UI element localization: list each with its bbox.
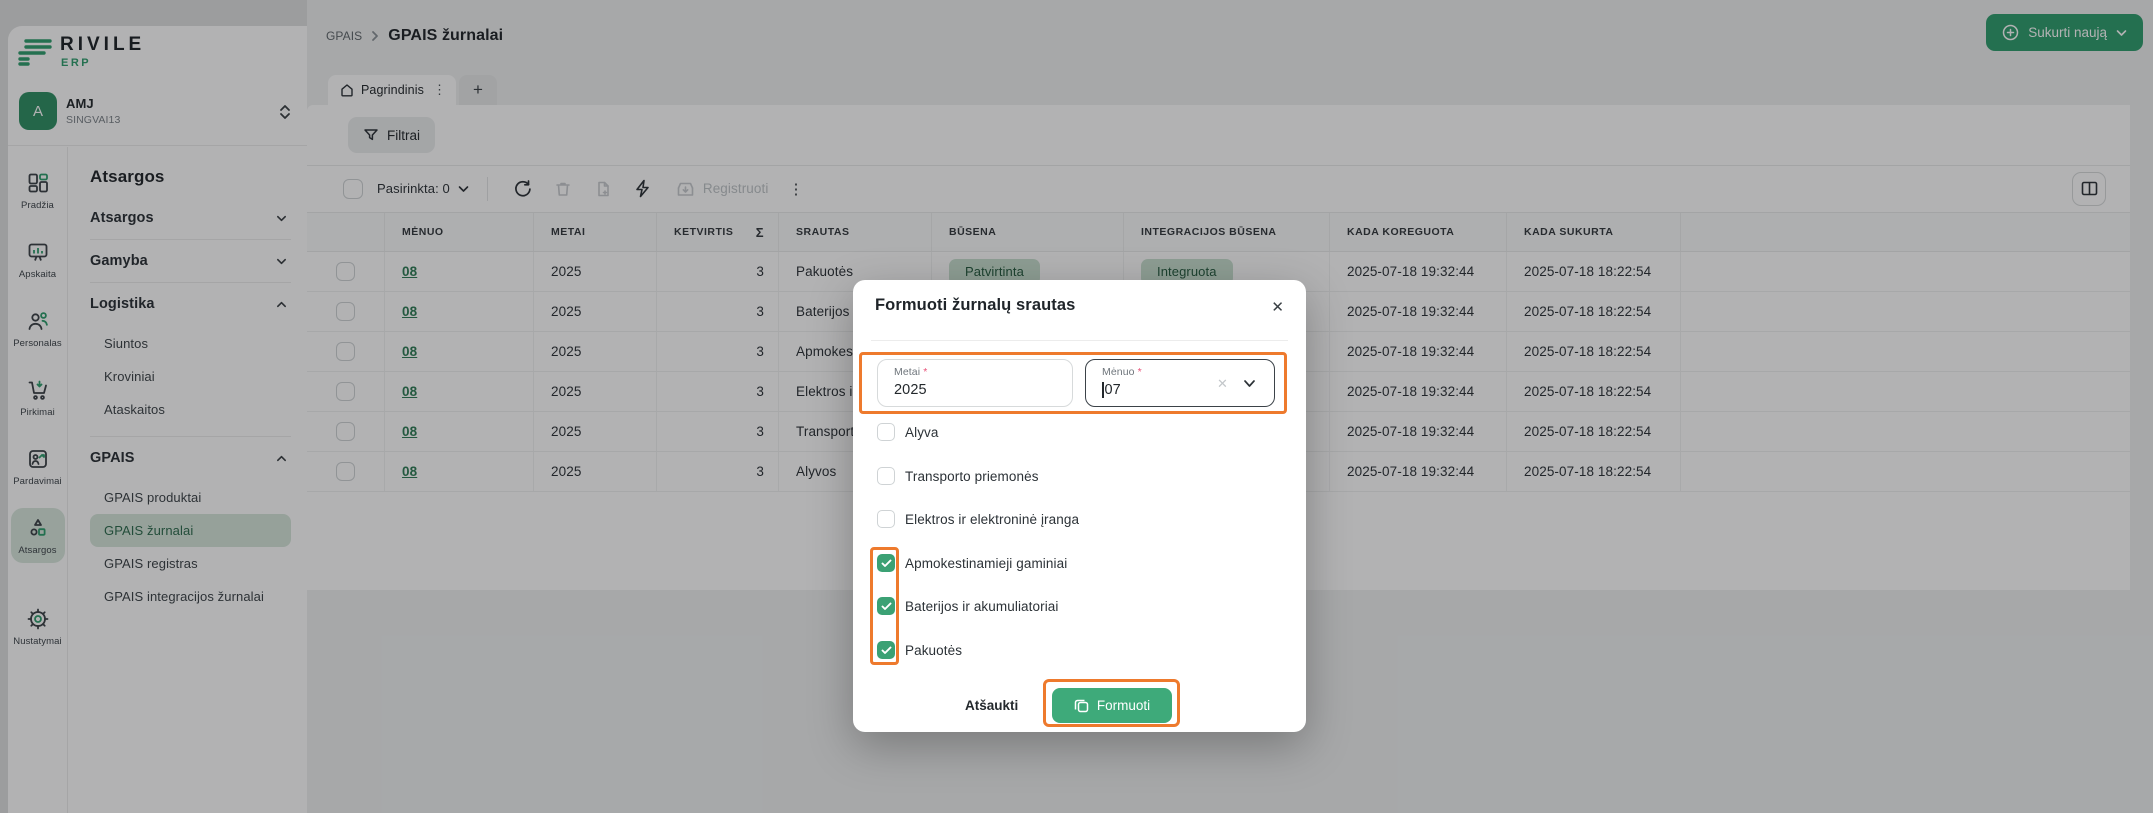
required-mark: * (923, 366, 927, 378)
metai-value: 2025 (894, 382, 927, 398)
menuo-value: 07 (1105, 382, 1121, 398)
checkbox-transporto-priemones[interactable]: Transporto priemonės (877, 467, 1039, 485)
checkbox-baterijos-akumuliatoriai[interactable]: Baterijos ir akumuliatoriai (877, 597, 1059, 615)
checkbox-pakuotes[interactable]: Pakuotės (877, 641, 962, 659)
modal-title: Formuoti žurnalų srautas (875, 296, 1075, 315)
chevron-down-icon[interactable] (1243, 379, 1256, 388)
checkbox-alyva[interactable]: Alyva (877, 423, 939, 441)
text-caret (1102, 382, 1104, 398)
checkbox-elektros-iranga[interactable]: Elektros ir elektroninė įranga (877, 510, 1079, 528)
checkbox-apmokestinamieji-gaminiai[interactable]: Apmokestinamieji gaminiai (877, 554, 1067, 572)
menuo-field[interactable]: Mėnuo * 07 ✕ (1085, 359, 1275, 407)
divider (871, 340, 1288, 341)
formuoti-modal: Formuoti žurnalų srautas ✕ Metai * 2025 … (853, 280, 1306, 732)
close-icon[interactable]: ✕ (1267, 294, 1288, 320)
formuoti-button[interactable]: Formuoti (1052, 688, 1172, 723)
clear-icon[interactable]: ✕ (1217, 376, 1228, 392)
checkbox-checked-icon (877, 597, 895, 615)
checkbox-unchecked-icon (877, 510, 895, 528)
checkbox-checked-icon (877, 554, 895, 572)
checkbox-unchecked-icon (877, 423, 895, 441)
copy-icon (1074, 698, 1089, 713)
checkbox-checked-icon (877, 641, 895, 659)
required-mark: * (1138, 366, 1142, 378)
metai-field[interactable]: Metai * 2025 (877, 359, 1073, 407)
cancel-button[interactable]: Atšaukti (965, 698, 1018, 713)
checkbox-unchecked-icon (877, 467, 895, 485)
